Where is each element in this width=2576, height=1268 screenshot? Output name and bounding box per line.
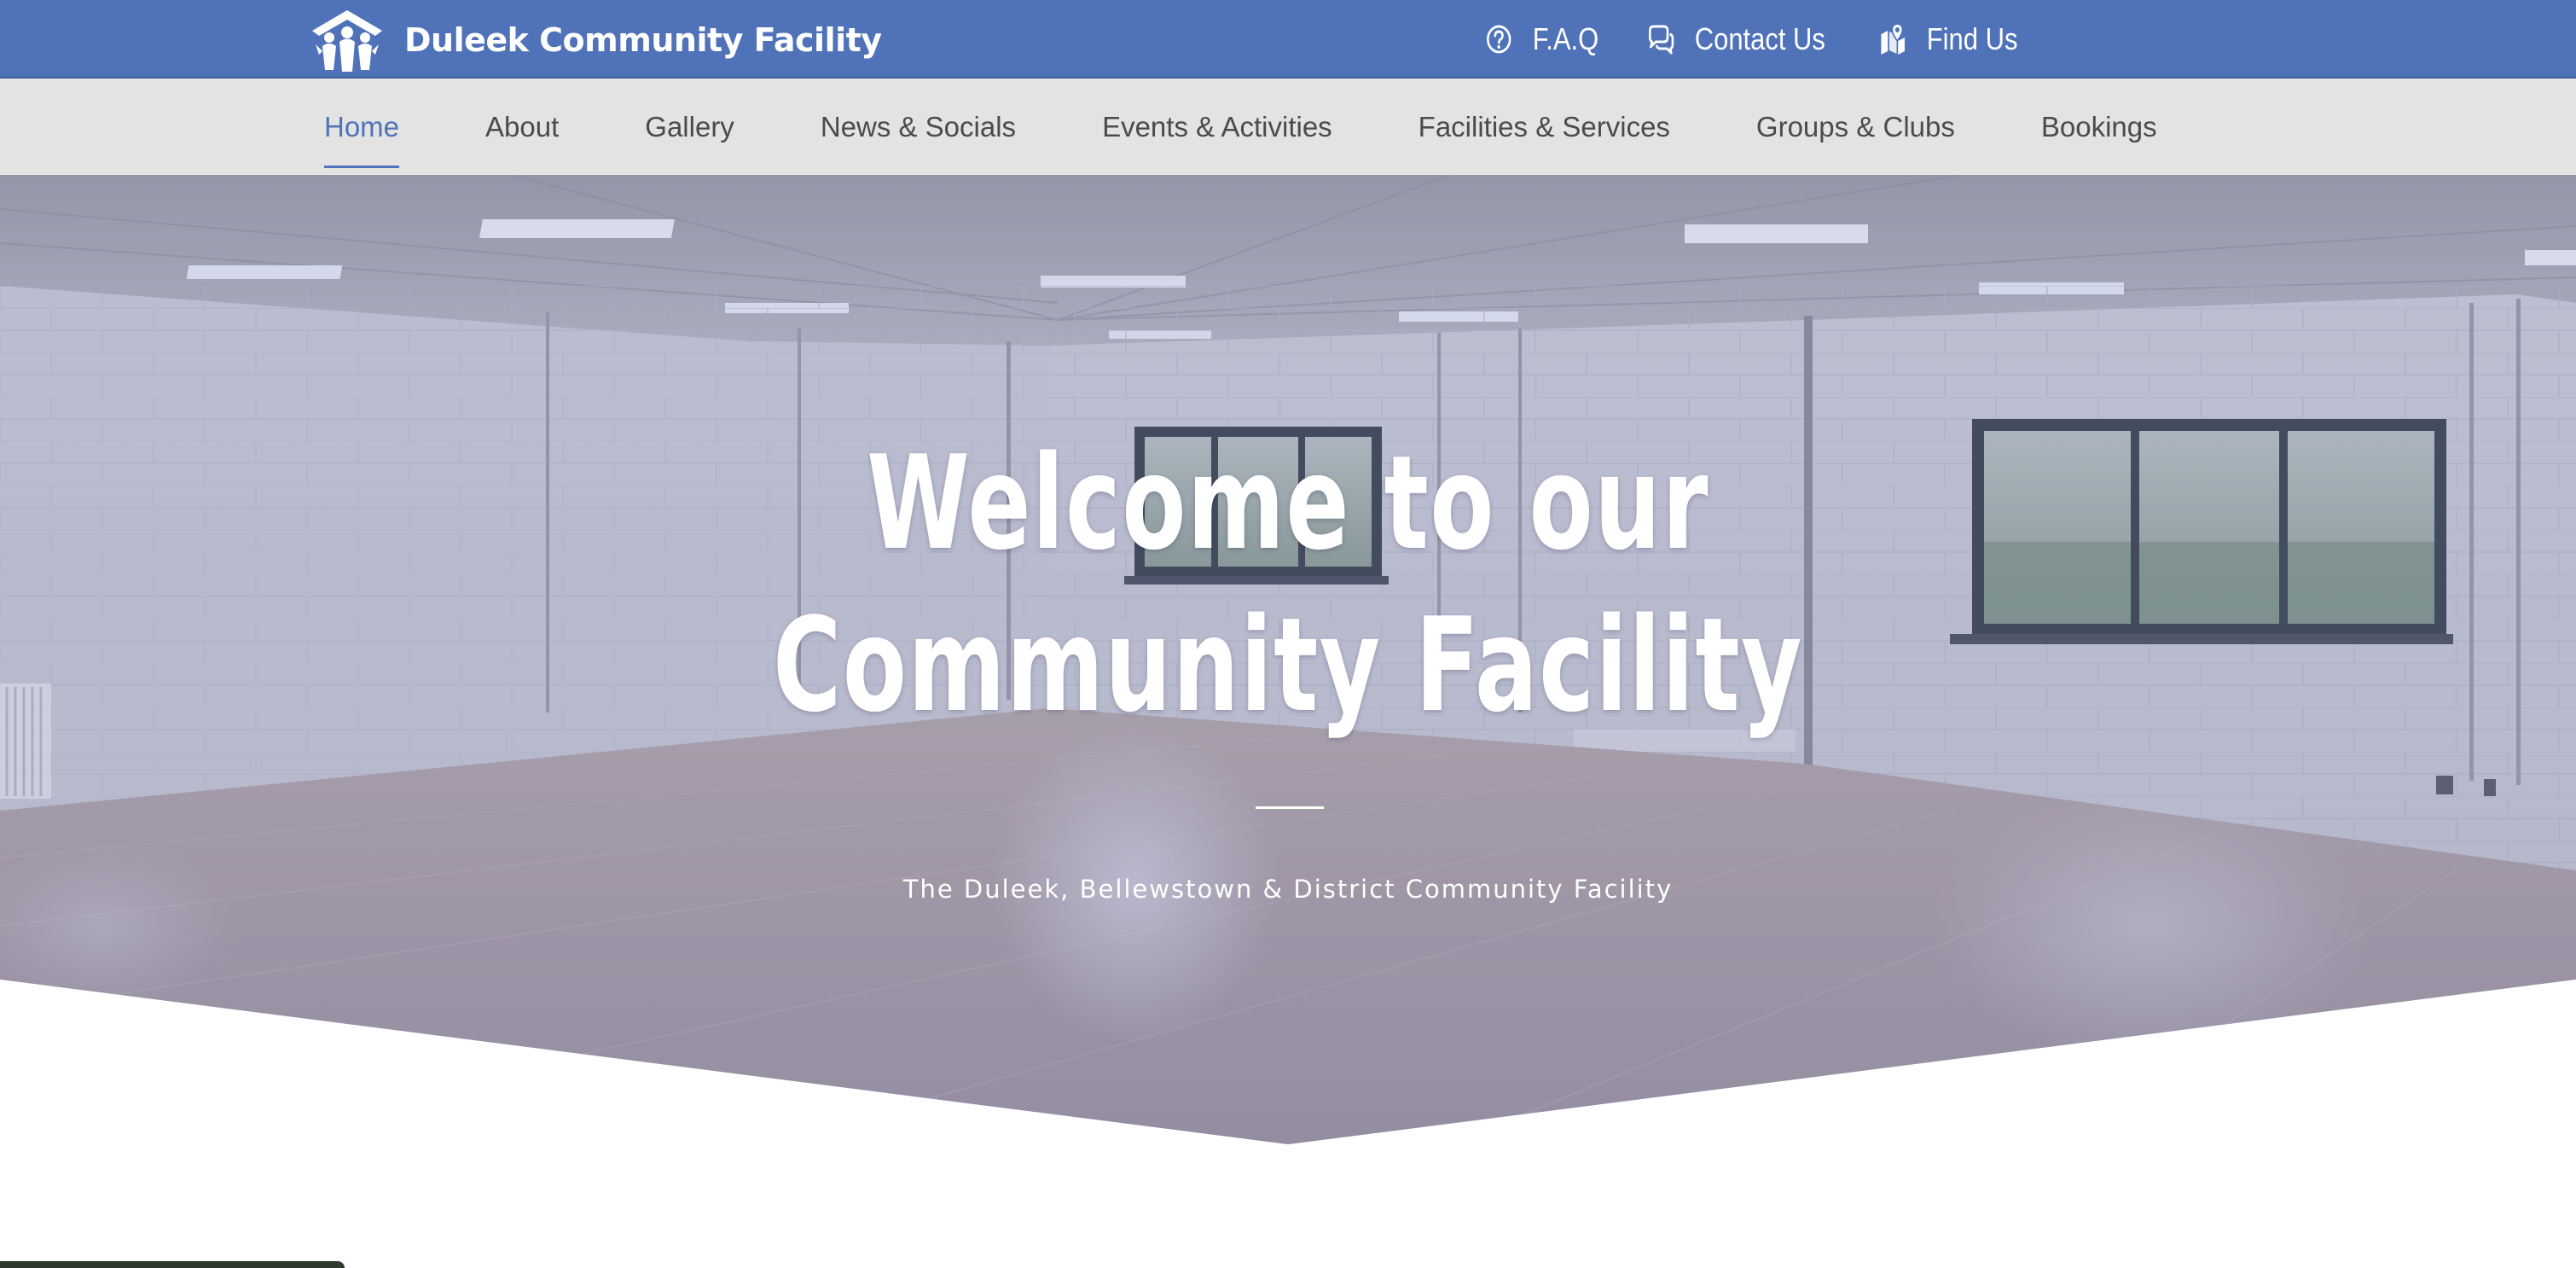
faq-link-label: F.A.Q: [1532, 21, 1599, 56]
top-bar: Duleek Community Facility F.A.Q Contact …: [0, 0, 2576, 79]
map-pin-icon: [1881, 22, 1906, 55]
question-circle-icon: [1487, 25, 1511, 54]
hero-section: Welcome to our Community Facility The Du…: [0, 175, 2576, 1144]
nav-link-home[interactable]: Home: [324, 79, 399, 175]
hero-divider: [1256, 806, 1324, 809]
nav-link-groups-clubs[interactable]: Groups & Clubs: [1756, 79, 1955, 175]
nav-link-facilities-services[interactable]: Facilities & Services: [1419, 79, 1670, 175]
hero-title-line-2: Community Facility: [773, 590, 1803, 741]
nav-item-about: About: [485, 79, 559, 175]
nav-link-events-activities[interactable]: Events & Activities: [1102, 79, 1332, 175]
bottom-left-strip: [0, 1261, 345, 1268]
hero-title: Welcome to our Community Facility: [361, 422, 2215, 747]
faq-link[interactable]: F.A.Q: [1484, 21, 1598, 57]
nav-link-gallery[interactable]: Gallery: [645, 79, 734, 175]
nav-item-groups-clubs: Groups & Clubs: [1756, 79, 1955, 175]
main-nav-list: Home About Gallery News & Socials Events…: [324, 79, 2157, 175]
chat-bubbles-icon: [1649, 25, 1674, 55]
utility-links: F.A.Q Contact Us Find Us: [1484, 0, 2040, 79]
find-us-link-label: Find Us: [1926, 21, 2018, 56]
contact-us-link[interactable]: Contact Us: [1646, 21, 1825, 57]
nav-link-about[interactable]: About: [485, 79, 559, 175]
nav-link-bookings[interactable]: Bookings: [2041, 79, 2157, 175]
site-name: Duleek Community Facility: [404, 21, 882, 59]
nav-item-home: Home: [324, 79, 399, 175]
nav-item-news-socials: News & Socials: [821, 79, 1016, 175]
nav-link-news-socials[interactable]: News & Socials: [821, 79, 1016, 175]
hero-subtitle: The Duleek, Bellewstown & District Commu…: [902, 875, 1674, 904]
hero-title-line-1: Welcome to our: [867, 428, 1709, 579]
contact-us-link-label: Contact Us: [1694, 21, 1825, 56]
community-logo-icon: [312, 10, 382, 72]
find-us-link[interactable]: Find Us: [1878, 21, 2018, 57]
nav-item-bookings: Bookings: [2041, 79, 2157, 175]
nav-item-events-activities: Events & Activities: [1102, 79, 1332, 175]
nav-item-gallery: Gallery: [645, 79, 734, 175]
site-brand-link[interactable]: Duleek Community Facility: [307, 7, 882, 73]
nav-item-facilities-services: Facilities & Services: [1419, 79, 1670, 175]
main-nav: Home About Gallery News & Socials Events…: [0, 79, 2576, 175]
